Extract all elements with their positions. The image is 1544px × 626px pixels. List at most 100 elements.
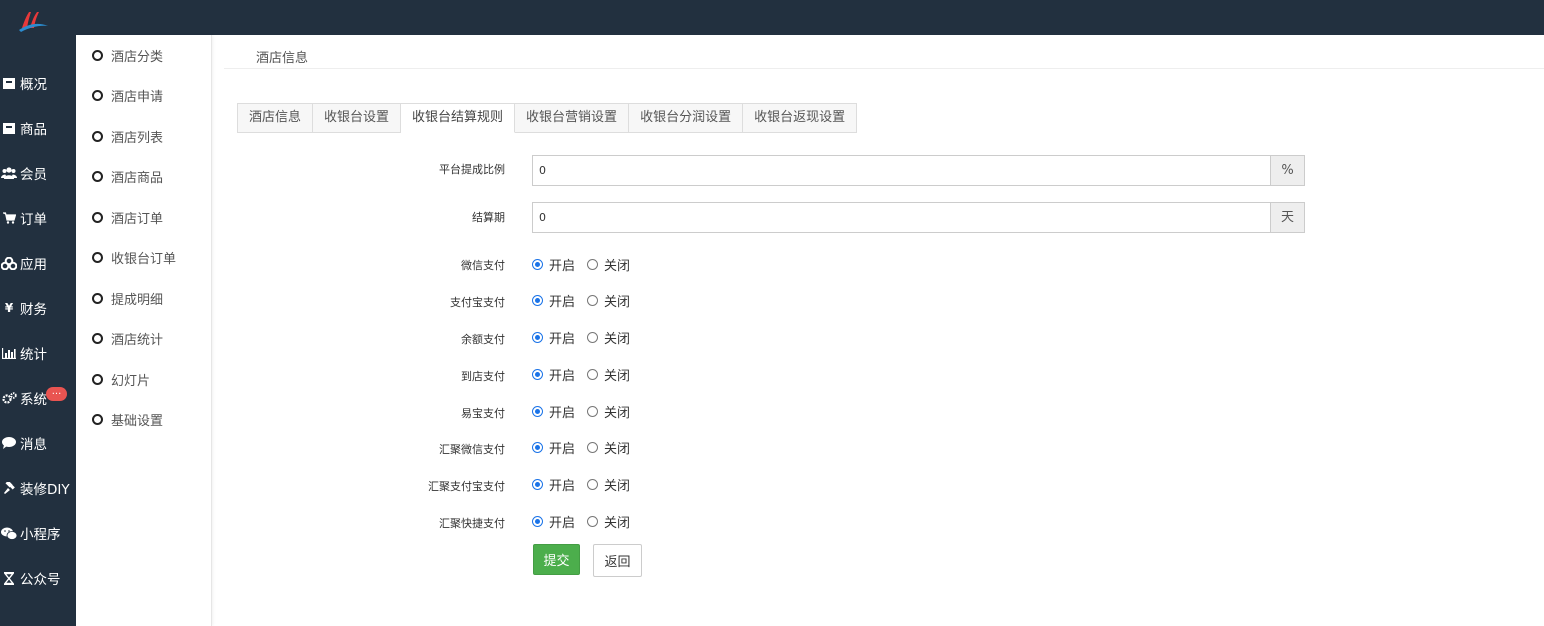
payment-label: 支付宝支付 xyxy=(450,296,505,309)
wechat-pay-radio-group: 开启 关闭 xyxy=(532,255,642,274)
payment-label: 汇聚微信支付 xyxy=(439,443,505,456)
circle-icon xyxy=(92,211,103,223)
yeepay-radio-group: 开启 关闭 xyxy=(532,402,642,421)
radio-off-option[interactable]: 关闭 xyxy=(587,512,630,531)
huiju-alipay-radio-group: 开启 关闭 xyxy=(532,475,642,494)
radio-on-option[interactable]: 开启 xyxy=(532,475,575,494)
main-sidebar: 概况 商品 会员 订单 应用 ¥ 财务 统计 系统 消息 装修DIY 小程序 公… xyxy=(0,35,76,626)
huiju-quick-radio-group: 开启 关闭 xyxy=(532,512,642,531)
radio-button[interactable] xyxy=(532,294,543,306)
tab-cashier-profit-sharing[interactable]: 收银台分润设置 xyxy=(629,103,744,133)
cubes-icon xyxy=(0,256,18,270)
tab-cashier-cashback[interactable]: 收银台返现设置 xyxy=(743,103,858,133)
sidebar-item-official-account[interactable]: 公众号 xyxy=(0,563,76,593)
message-badge: ... xyxy=(46,387,67,401)
radio-button[interactable] xyxy=(587,515,599,527)
settlement-label: 结算期 xyxy=(472,211,505,224)
radio-off-option[interactable]: 关闭 xyxy=(587,402,630,421)
tab-cashier-settings[interactable]: 收银台设置 xyxy=(313,103,402,133)
gavel-icon xyxy=(0,481,18,495)
subnav-item-slideshow[interactable]: 幻灯片 xyxy=(92,369,150,389)
circle-icon xyxy=(92,373,103,385)
tab-hotel-info[interactable]: 酒店信息 xyxy=(237,103,314,133)
radio-off-option[interactable]: 关闭 xyxy=(587,328,630,347)
radio-button[interactable] xyxy=(587,368,599,380)
comment-icon xyxy=(0,437,18,449)
sidebar-item-label: 系统 xyxy=(20,392,47,408)
radio-on-option[interactable]: 开启 xyxy=(532,255,575,274)
subnav-item-hotel-orders[interactable]: 酒店订单 xyxy=(92,207,163,227)
tab-bar: 酒店信息 收银台设置 收银台结算规则 收银台营销设置 收银台分润设置 收银台返现… xyxy=(237,103,858,133)
inbox-icon xyxy=(0,77,18,89)
radio-button[interactable] xyxy=(587,258,599,270)
subnav-item-hotel-list[interactable]: 酒店列表 xyxy=(92,126,163,146)
radio-button[interactable] xyxy=(532,368,543,380)
sidebar-item-label: 会员 xyxy=(20,167,47,183)
sidebar-item-overview[interactable]: 概况 xyxy=(0,68,76,98)
radio-on-option[interactable]: 开启 xyxy=(532,512,575,531)
radio-button[interactable] xyxy=(532,441,543,453)
settlement-input[interactable]: 0 xyxy=(532,202,1270,233)
radio-on-option[interactable]: 开启 xyxy=(532,291,575,310)
commission-input[interactable]: 0 xyxy=(532,155,1270,186)
cart-icon xyxy=(0,212,18,224)
sidebar-item-stats[interactable]: 统计 xyxy=(0,338,76,368)
radio-button[interactable] xyxy=(532,478,543,490)
subnav-item-hotel-category[interactable]: 酒店分类 xyxy=(92,45,163,65)
sidebar-item-label: 装修DIY xyxy=(20,482,70,498)
back-button[interactable]: 返回 xyxy=(593,544,642,577)
sidebar-item-miniprogram[interactable]: 小程序 xyxy=(0,518,76,548)
commission-unit: % xyxy=(1270,155,1305,186)
tab-cashier-settlement-rules[interactable]: 收银台结算规则 xyxy=(401,103,516,133)
radio-button[interactable] xyxy=(587,331,599,343)
sidebar-item-decoration[interactable]: 装修DIY xyxy=(0,473,76,503)
sidebar-item-orders[interactable]: 订单 xyxy=(0,203,76,233)
radio-button[interactable] xyxy=(532,258,543,270)
bar-chart-icon xyxy=(0,347,18,359)
radio-button[interactable] xyxy=(587,294,599,306)
sidebar-item-finance[interactable]: ¥ 财务 xyxy=(0,293,76,323)
radio-on-option[interactable]: 开启 xyxy=(532,402,575,421)
circle-icon xyxy=(92,49,103,61)
sidebar-item-messages[interactable]: 消息 xyxy=(0,428,76,458)
radio-off-option[interactable]: 关闭 xyxy=(587,255,630,274)
radio-button[interactable] xyxy=(532,331,543,343)
subnav-item-hotel-apply[interactable]: 酒店申请 xyxy=(92,85,163,105)
radio-button[interactable] xyxy=(587,405,599,417)
sidebar-item-label: 概况 xyxy=(20,77,47,93)
circle-icon xyxy=(92,251,103,263)
payment-label: 到店支付 xyxy=(461,370,505,383)
alipay-radio-group: 开启 关闭 xyxy=(532,291,642,310)
subnav-item-cashier-orders[interactable]: 收银台订单 xyxy=(92,247,176,267)
radio-off-option[interactable]: 关闭 xyxy=(587,365,630,384)
divider xyxy=(224,68,1544,69)
radio-button[interactable] xyxy=(532,515,543,527)
radio-on-option[interactable]: 开启 xyxy=(532,365,575,384)
subnav-item-basic-settings[interactable]: 基础设置 xyxy=(92,409,163,429)
radio-off-option[interactable]: 关闭 xyxy=(587,291,630,310)
tab-cashier-marketing[interactable]: 收银台营销设置 xyxy=(515,103,630,133)
payment-label: 汇聚快捷支付 xyxy=(439,517,505,530)
subnav-item-commission-detail[interactable]: 提成明细 xyxy=(92,288,163,308)
circle-icon xyxy=(92,292,103,304)
payment-label: 汇聚支付宝支付 xyxy=(428,480,505,493)
sidebar-item-goods[interactable]: 商品 xyxy=(0,113,76,143)
radio-button[interactable] xyxy=(532,405,543,417)
sidebar-item-label: 小程序 xyxy=(20,527,61,543)
logo-icon[interactable] xyxy=(16,8,50,34)
sidebar-item-members[interactable]: 会员 xyxy=(0,158,76,188)
radio-button[interactable] xyxy=(587,478,599,490)
subnav-item-hotel-stats[interactable]: 酒店统计 xyxy=(92,328,163,348)
archive-icon xyxy=(0,122,18,134)
radio-off-option[interactable]: 关闭 xyxy=(587,438,630,457)
page-title: 酒店信息 xyxy=(256,51,309,66)
radio-off-option[interactable]: 关闭 xyxy=(587,475,630,494)
radio-on-option[interactable]: 开启 xyxy=(532,438,575,457)
sidebar-item-apps[interactable]: 应用 xyxy=(0,248,76,278)
radio-on-option[interactable]: 开启 xyxy=(532,328,575,347)
secondary-sidebar: 酒店分类 酒店申请 酒店列表 酒店商品 酒店订单 收银台订单 提成明细 酒店统计… xyxy=(76,35,212,626)
gears-icon xyxy=(0,392,18,404)
subnav-item-hotel-goods[interactable]: 酒店商品 xyxy=(92,166,163,186)
submit-button[interactable]: 提交 xyxy=(533,544,580,575)
radio-button[interactable] xyxy=(587,441,599,453)
